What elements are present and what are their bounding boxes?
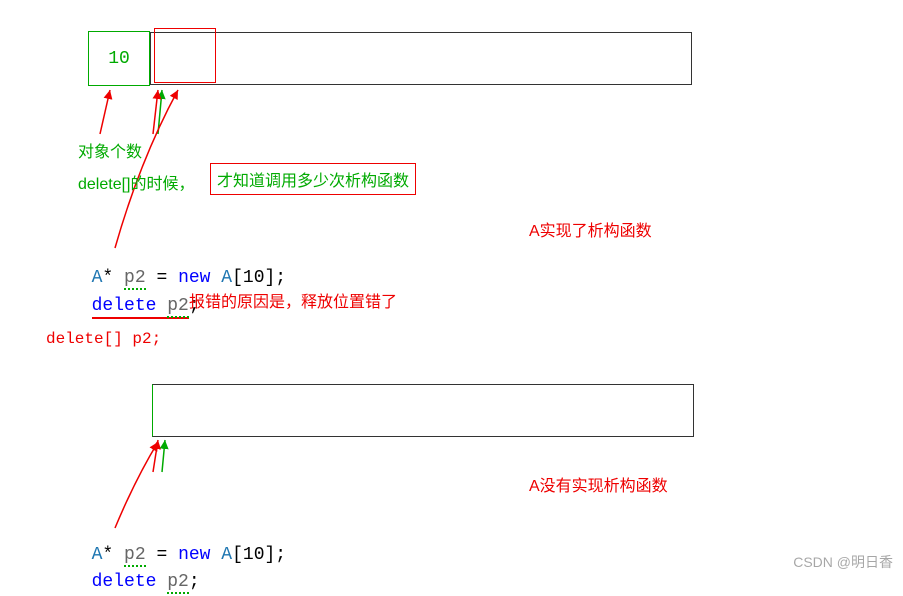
memory-bar-top <box>150 32 692 85</box>
code1-delete-kw: delete <box>92 296 157 316</box>
object-count-value: 10 <box>108 49 130 69</box>
has-destructor-note: A实现了析构函数 <box>529 217 652 241</box>
delete-when-text: delete[]的时候， <box>78 170 195 194</box>
code2-line2: delete p2; <box>70 552 200 592</box>
destructor-count-note: 才知道调用多少次析构函数 <box>210 163 416 195</box>
delete-array-text: delete[] p2; <box>46 330 161 348</box>
memory-bar-bottom <box>152 384 694 437</box>
no-destructor-note: A没有实现析构函数 <box>529 472 668 496</box>
code1-line2: delete p2; <box>70 276 200 316</box>
red-cell-box <box>154 28 216 83</box>
object-count-cell: 10 <box>88 31 150 86</box>
error-reason-text: 报错的原因是，释放位置错了 <box>189 288 397 312</box>
watermark-text: CSDN @明日香 <box>793 552 893 572</box>
object-count-label: 对象个数 <box>78 138 142 162</box>
